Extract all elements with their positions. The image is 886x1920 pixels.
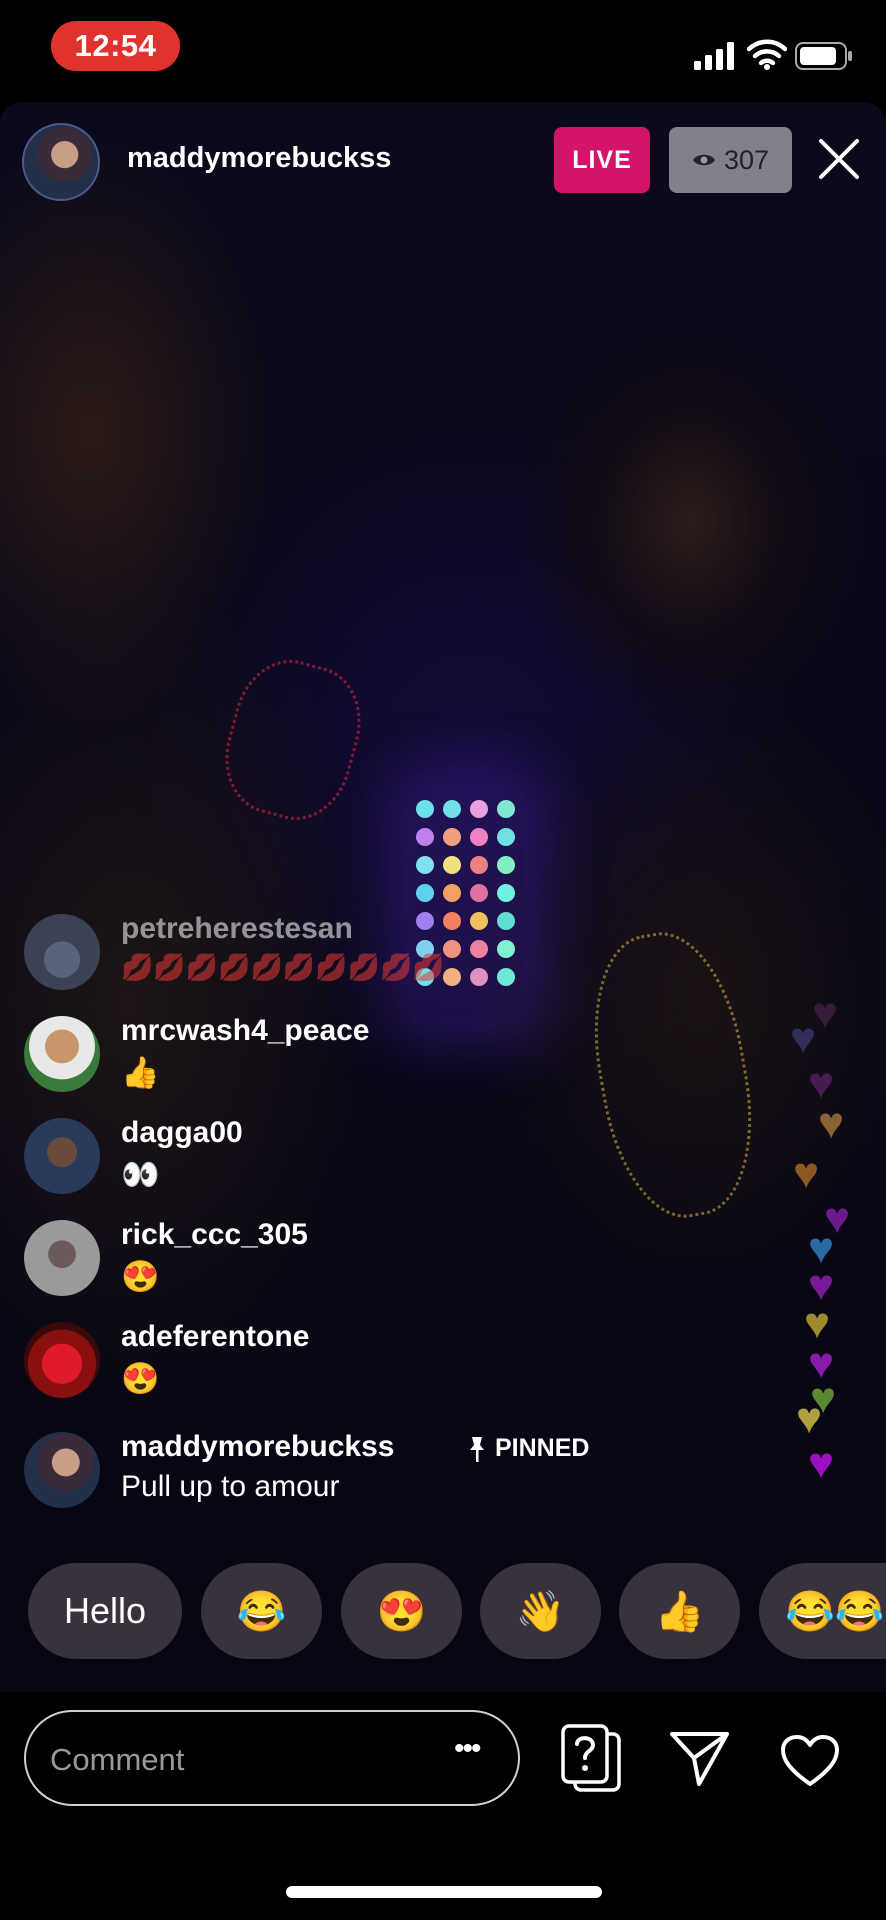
battery-icon: [795, 42, 852, 70]
commenter-avatar[interactable]: [24, 1118, 100, 1194]
send-icon[interactable]: [669, 1730, 731, 1788]
eye-icon: [692, 154, 715, 166]
comment-item[interactable]: rick_ccc_305 😍: [24, 1218, 624, 1302]
wifi-icon: [747, 39, 787, 70]
comment-text: 👀: [121, 1157, 160, 1192]
quick-reply-emoji[interactable]: 👍: [619, 1563, 740, 1659]
status-bar: 12:54: [0, 0, 886, 100]
bottom-bar: Comment •••: [0, 1692, 886, 1920]
commenter-avatar[interactable]: [24, 1220, 100, 1296]
host-username[interactable]: maddymorebuckss: [127, 142, 391, 175]
commenter-avatar[interactable]: [24, 1016, 100, 1092]
quick-reply-hello[interactable]: Hello: [28, 1563, 182, 1659]
pinned-comment[interactable]: maddymorebuckss PINNED Pull up to amour: [24, 1430, 624, 1514]
comment-input[interactable]: Comment •••: [24, 1710, 520, 1806]
signal-icon: [694, 42, 734, 70]
heart-icon: ♥: [818, 1099, 845, 1148]
home-indicator[interactable]: [286, 1886, 602, 1898]
commenter-avatar[interactable]: [24, 1322, 100, 1398]
comment-item[interactable]: adeferentone 😍: [24, 1320, 624, 1404]
comment-username[interactable]: mrcwash4_peace: [121, 1014, 370, 1048]
video-sparkle: [211, 648, 375, 832]
live-badge: LIVE: [554, 127, 650, 193]
host-avatar[interactable]: [22, 123, 100, 201]
heart-icon: ♥: [796, 1394, 823, 1443]
comment-text: 😍: [121, 1259, 160, 1294]
comment-placeholder: Comment: [50, 1742, 185, 1777]
commenter-avatar[interactable]: [24, 914, 100, 990]
quick-reply-emoji[interactable]: 👋: [480, 1563, 601, 1659]
heart-icon: ♥: [790, 1014, 817, 1063]
quick-replies: Hello 😂 😍 👋 👍 😂😂: [28, 1563, 886, 1659]
pin-icon: [470, 1436, 484, 1462]
comment-text: 😍: [121, 1361, 160, 1396]
live-header: maddymorebuckss LIVE 307: [0, 120, 886, 204]
comment-username[interactable]: dagga00: [121, 1116, 243, 1150]
commenter-avatar[interactable]: [24, 1432, 100, 1508]
heart-icon: ♥: [793, 1149, 820, 1198]
comment-text: 👍: [121, 1055, 160, 1090]
comment-text: 💋💋💋💋💋💋💋💋💋💋: [121, 952, 445, 982]
heart-icon[interactable]: [780, 1734, 840, 1788]
heart-icon: ♥: [808, 1439, 835, 1488]
comment-item[interactable]: dagga00 👀: [24, 1116, 624, 1200]
pinned-label: PINNED: [495, 1434, 590, 1462]
viewer-count-badge[interactable]: 307: [669, 127, 792, 193]
comment-text: Pull up to amour: [121, 1470, 340, 1503]
comment-item[interactable]: petreherestesan 💋💋💋💋💋💋💋💋💋💋: [24, 912, 624, 996]
comment-username[interactable]: adeferentone: [121, 1320, 309, 1354]
close-icon[interactable]: [815, 135, 863, 183]
comment-item[interactable]: mrcwash4_peace 👍: [24, 1014, 624, 1098]
quick-reply-emoji[interactable]: 😍: [341, 1563, 462, 1659]
status-time: 12:54: [51, 21, 180, 71]
quick-reply-emoji[interactable]: 😂😂: [759, 1563, 886, 1659]
comment-username[interactable]: petreherestesan: [121, 912, 353, 946]
question-icon[interactable]: [559, 1724, 625, 1796]
pinned-badge: PINNED: [467, 1434, 589, 1463]
more-icon[interactable]: •••: [454, 1732, 481, 1766]
quick-reply-emoji[interactable]: 😂: [201, 1563, 322, 1659]
comment-username[interactable]: rick_ccc_305: [121, 1218, 308, 1252]
comment-username[interactable]: maddymorebuckss: [121, 1430, 394, 1464]
viewer-count: 307: [723, 144, 770, 175]
